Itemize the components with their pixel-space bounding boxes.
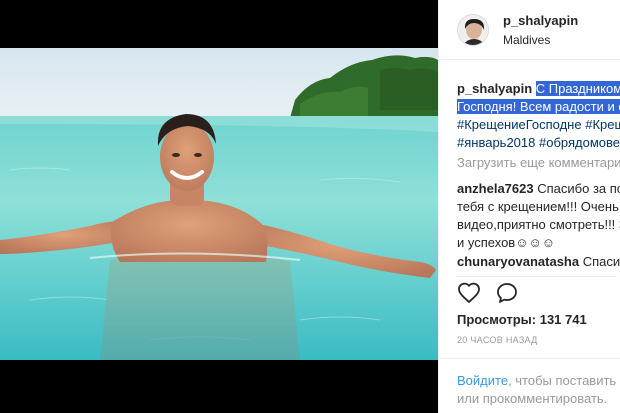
views-number: 131 741 xyxy=(539,312,587,327)
comment-item: anzhela7623 Спасибо за по тебя с крещени… xyxy=(457,180,620,252)
video-frame-image xyxy=(0,0,438,413)
login-prompt: Войдите, чтобы поставить « или прокоммен… xyxy=(439,358,620,413)
hashtag-link[interactable]: #обрядомове xyxy=(539,135,620,150)
caption-selected-text-1: С Праздником xyxy=(535,81,620,96)
comment-text: Спасибо за по xyxy=(537,181,620,196)
login-link[interactable]: Войдите xyxy=(457,373,508,388)
comment-text: видео,приятно смотреть!!! З xyxy=(457,217,620,232)
comment-button[interactable] xyxy=(495,281,519,305)
heart-icon xyxy=(458,282,480,304)
login-prompt-text: Войдите, чтобы поставить « или прокоммен… xyxy=(457,372,620,408)
post-sidebar: p_shalyapin Maldives p_shalyapin С Празд… xyxy=(438,0,620,413)
post-header: p_shalyapin Maldives xyxy=(439,0,620,60)
caption-selected-text-2: Господня! Всем радости и с xyxy=(457,99,620,114)
avatar-image xyxy=(458,15,488,45)
post-author-username[interactable]: p_shalyapin xyxy=(503,13,578,28)
post-caption: p_shalyapin С Праздником Господня! Всем … xyxy=(457,80,620,152)
login-prompt-rest: , чтобы поставить « xyxy=(508,373,620,388)
post-location[interactable]: Maldives xyxy=(503,33,550,47)
comment-text: Спасибо xyxy=(582,254,620,269)
hashtag-link[interactable]: #КрещениеГосподне xyxy=(457,117,582,132)
comment-bubble-icon xyxy=(497,283,517,303)
hashtag-link[interactable]: #январь2018 xyxy=(457,135,535,150)
comment-author[interactable]: anzhela7623 xyxy=(457,181,534,196)
post-timestamp[interactable]: 20 ЧАСОВ НАЗАД xyxy=(457,335,538,345)
view-count: Просмотры: 131 741 xyxy=(457,312,587,327)
load-more-comments-link[interactable]: Загрузить еще комментари xyxy=(457,155,620,170)
avatar[interactable] xyxy=(457,14,489,46)
views-label: Просмотры: xyxy=(457,312,537,327)
post-video[interactable] xyxy=(0,0,438,413)
comment-text: тебя с крещением!!! Очень xyxy=(457,199,619,214)
like-button[interactable] xyxy=(457,281,481,305)
comment-author[interactable]: chunaryovanatasha xyxy=(457,254,579,269)
login-prompt-line2: или прокомментировать. xyxy=(457,391,608,406)
hashtag-link[interactable]: #Крещ xyxy=(585,117,620,132)
comment-item: chunaryovanatasha Спасибо xyxy=(457,253,620,271)
divider xyxy=(457,276,617,277)
comment-text: и успехов☺☺☺ xyxy=(457,235,556,250)
caption-author[interactable]: p_shalyapin xyxy=(457,81,532,96)
